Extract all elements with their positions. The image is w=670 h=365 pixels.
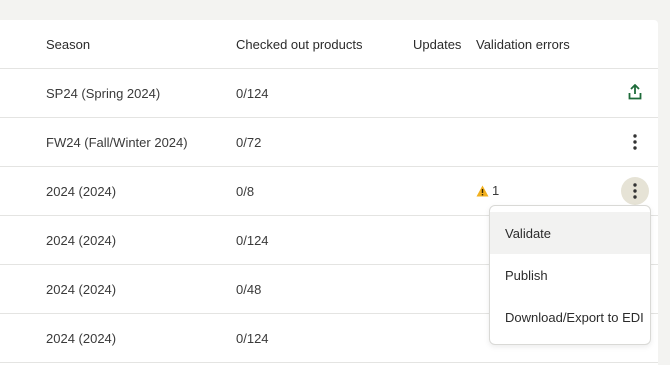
season-cell: 2024 (2024)	[46, 282, 117, 297]
menu-item-publish[interactable]: Publish	[490, 254, 650, 296]
validation-error-count: 1	[492, 183, 500, 198]
checked-out-cell: 0/72	[236, 135, 262, 150]
column-header-updates[interactable]: Updates	[413, 37, 461, 52]
checked-out-cell: 0/8	[236, 184, 255, 199]
checked-out-cell: 0/124	[236, 331, 269, 346]
menu-item-validate[interactable]: Validate	[490, 212, 650, 254]
more-vertical-icon	[633, 183, 637, 199]
column-header-season[interactable]: Season	[46, 37, 90, 52]
table-row[interactable]: SP24 (Spring 2024) 0/124	[0, 69, 658, 118]
season-cell: 2024 (2024)	[46, 233, 117, 248]
column-header-checked-out[interactable]: Checked out products	[236, 37, 362, 52]
checked-out-cell: 0/124	[236, 233, 269, 248]
column-header-validation-errors[interactable]: Validation errors	[476, 37, 570, 52]
row-actions-button[interactable]	[621, 128, 649, 156]
season-cell: SP24 (Spring 2024)	[46, 86, 161, 101]
season-cell: FW24 (Fall/Winter 2024)	[46, 135, 188, 150]
checked-out-cell: 0/124	[236, 86, 269, 101]
upload-icon[interactable]	[626, 83, 644, 101]
more-vertical-icon	[633, 134, 637, 150]
warning-icon	[476, 185, 489, 196]
checked-out-cell: 0/48	[236, 282, 262, 297]
season-cell: 2024 (2024)	[46, 331, 117, 346]
table-row[interactable]: FW24 (Fall/Winter 2024) 0/72	[0, 118, 658, 167]
validation-errors-cell[interactable]: 1	[476, 183, 499, 198]
menu-item-download-export-edi[interactable]: Download/Export to EDI	[490, 296, 650, 338]
season-cell: 2024 (2024)	[46, 184, 117, 199]
row-actions-menu: Validate Publish Download/Export to EDI	[489, 205, 651, 345]
table-header: Season Checked out products Updates Vali…	[0, 20, 658, 69]
row-actions-button[interactable]	[621, 177, 649, 205]
